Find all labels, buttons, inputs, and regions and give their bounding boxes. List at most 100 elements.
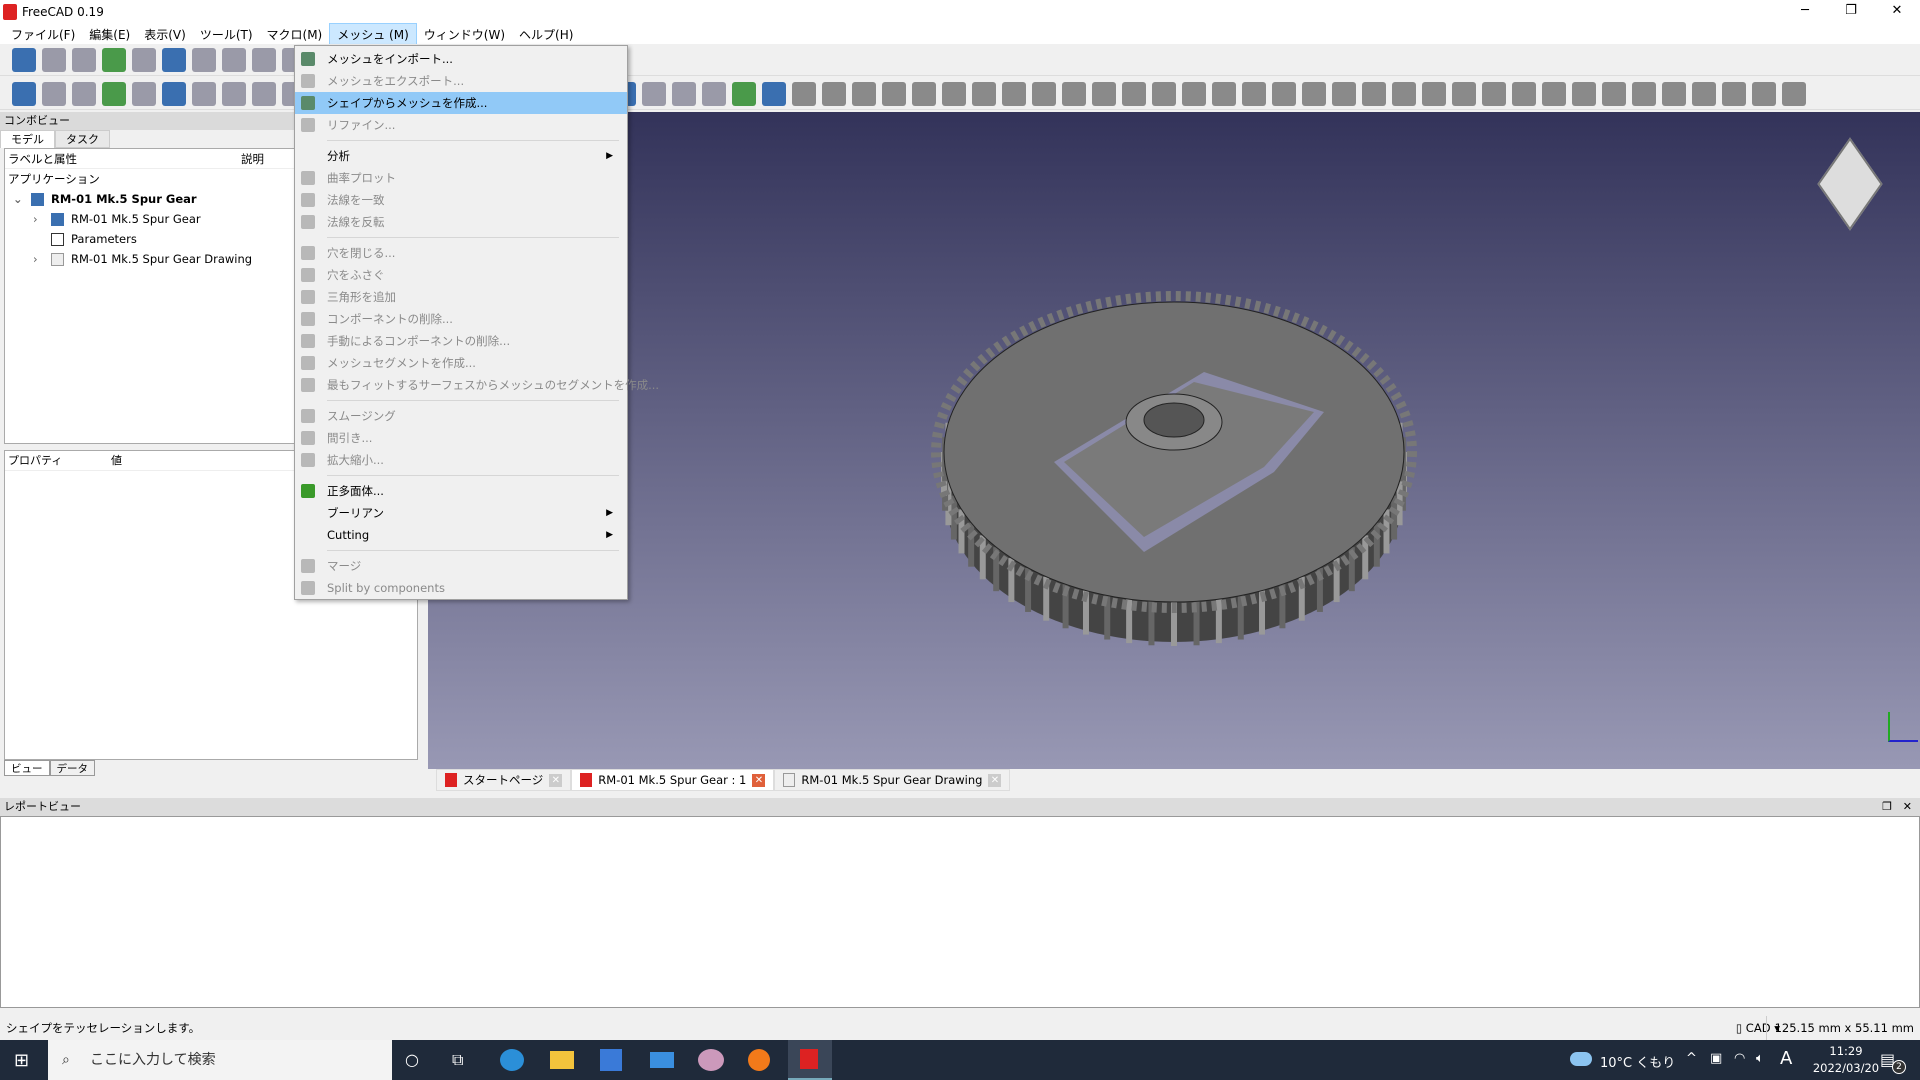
clock-date[interactable]: 2022/03/20 xyxy=(1802,1061,1890,1075)
close-tab-icon[interactable]: ✕ xyxy=(752,773,766,787)
toolbar-button-icon[interactable] xyxy=(1182,81,1206,106)
toolbar-button-icon[interactable] xyxy=(732,81,756,106)
cortana-icon[interactable]: ○ xyxy=(405,1050,419,1069)
toolbar-button-icon[interactable] xyxy=(1272,81,1296,106)
menu-item[interactable]: メッシュをインポート... xyxy=(295,48,627,70)
meet-icon[interactable]: ▣ xyxy=(1710,1051,1722,1066)
close-button[interactable]: ✕ xyxy=(1874,0,1920,24)
toolbar-button-icon[interactable] xyxy=(42,47,66,72)
toolbar-button-icon[interactable] xyxy=(972,81,996,106)
menu-item[interactable]: 三角形を追加 xyxy=(295,286,627,308)
show-hidden-icons-icon[interactable]: ^ xyxy=(1686,1051,1697,1066)
menu-item[interactable]: 最もフィットするサーフェスからメッシュのセグメントを作成... xyxy=(295,374,659,396)
toolbar-button-icon[interactable] xyxy=(132,47,156,72)
menu-5[interactable]: メッシュ (M) xyxy=(329,22,417,46)
navigation-cube[interactable] xyxy=(1808,137,1892,231)
toolbar-button-icon[interactable] xyxy=(1152,81,1176,106)
menu-item[interactable]: 曲率プロット xyxy=(295,167,627,189)
taskbar-search-input[interactable]: ⌕ ここに入力して検索 xyxy=(48,1040,392,1080)
volume-icon[interactable]: 🔈︎ xyxy=(1756,1051,1764,1066)
menu-item[interactable]: 間引き... xyxy=(295,427,627,449)
menu-2[interactable]: 表示(V) xyxy=(137,24,193,45)
tab-view[interactable]: ビュー xyxy=(4,760,50,776)
toolbar-button-icon[interactable] xyxy=(792,81,816,106)
collapse-icon[interactable]: ⌄ xyxy=(13,189,23,209)
minimize-button[interactable]: ─ xyxy=(1782,0,1828,24)
toolbar-button-icon[interactable] xyxy=(102,47,126,72)
document-tab[interactable]: スタートページ ✕ xyxy=(436,769,572,791)
menu-item[interactable]: メッシュセグメントを作成... xyxy=(295,352,627,374)
menu-item[interactable]: スムージング xyxy=(295,405,627,427)
toolbar-button-icon[interactable] xyxy=(822,81,846,106)
toolbar-button-icon[interactable] xyxy=(1242,81,1266,106)
file-explorer-icon[interactable] xyxy=(550,1051,574,1069)
menu-item[interactable]: リファイン... xyxy=(295,114,627,136)
clock-time[interactable]: 11:29 xyxy=(1816,1044,1876,1058)
menu-item[interactable]: 分析 ▶ xyxy=(295,145,627,167)
task-view-icon[interactable]: ⧉ xyxy=(452,1050,463,1070)
toolbar-button-icon[interactable] xyxy=(222,81,246,106)
menu-item[interactable]: シェイプからメッシュを作成... xyxy=(295,92,627,114)
toolbar-button-icon[interactable] xyxy=(102,81,126,106)
menu-3[interactable]: ツール(T) xyxy=(193,24,260,45)
mail-icon[interactable] xyxy=(650,1052,674,1068)
wifi-icon[interactable]: ◠ xyxy=(1734,1051,1745,1066)
toolbar-button-icon[interactable] xyxy=(672,81,696,106)
toolbar-button-icon[interactable] xyxy=(42,81,66,106)
tab-model[interactable]: モデル xyxy=(0,130,55,148)
toolbar-button-icon[interactable] xyxy=(72,47,96,72)
store-icon[interactable] xyxy=(600,1049,622,1071)
toolbar-button-icon[interactable] xyxy=(1452,81,1476,106)
close-tab-icon[interactable]: ✕ xyxy=(549,773,563,787)
toolbar-button-icon[interactable] xyxy=(1092,81,1116,106)
ime-indicator[interactable]: A xyxy=(1780,1048,1792,1069)
menu-item[interactable]: 穴を閉じる... xyxy=(295,242,627,264)
toolbar-button-icon[interactable] xyxy=(1572,81,1596,106)
document-tab[interactable]: RM-01 Mk.5 Spur Gear Drawing ✕ xyxy=(774,769,1011,791)
toolbar-button-icon[interactable] xyxy=(942,81,966,106)
toolbar-button-icon[interactable] xyxy=(1482,81,1506,106)
toolbar-button-icon[interactable] xyxy=(252,47,276,72)
toolbar-button-icon[interactable] xyxy=(912,81,936,106)
restore-button[interactable]: ❐ xyxy=(1828,0,1874,24)
menu-item[interactable]: Split by components xyxy=(295,577,627,599)
toolbar-button-icon[interactable] xyxy=(1392,81,1416,106)
menu-item[interactable]: メッシュをエクスポート... xyxy=(295,70,627,92)
toolbar-button-icon[interactable] xyxy=(1332,81,1356,106)
menu-item[interactable]: 穴をふさぐ xyxy=(295,264,627,286)
close-panel-button[interactable]: ✕ xyxy=(1903,798,1912,816)
freecad-taskbar-button[interactable] xyxy=(788,1040,832,1080)
toolbar-button-icon[interactable] xyxy=(1302,81,1326,106)
menu-7[interactable]: ヘルプ(H) xyxy=(512,24,580,45)
toolbar-button-icon[interactable] xyxy=(1632,81,1656,106)
toolbar-button-icon[interactable] xyxy=(1692,81,1716,106)
document-tab[interactable]: RM-01 Mk.5 Spur Gear : 1 ✕ xyxy=(571,769,775,791)
firefox-icon[interactable] xyxy=(748,1049,770,1071)
menu-item[interactable]: 拡大縮小... xyxy=(295,449,627,471)
menu-item[interactable]: 法線を反転 xyxy=(295,211,627,233)
3d-view[interactable] xyxy=(428,112,1920,769)
toolbar-button-icon[interactable] xyxy=(162,47,186,72)
edge-icon[interactable] xyxy=(500,1049,524,1071)
menu-item[interactable]: Cutting ▶ xyxy=(295,524,627,546)
toolbar-button-icon[interactable] xyxy=(192,47,216,72)
expand-icon[interactable]: › xyxy=(33,249,38,269)
toolbar-button-icon[interactable] xyxy=(1662,81,1686,106)
toolbar-button-icon[interactable] xyxy=(762,81,786,106)
weather[interactable]: 10°C くもり xyxy=(1600,1052,1675,1071)
menu-6[interactable]: ウィンドウ(W) xyxy=(417,24,512,45)
toolbar-button-icon[interactable] xyxy=(1602,81,1626,106)
toolbar-button-icon[interactable] xyxy=(642,81,666,106)
menu-item[interactable]: 手動によるコンポーネントの削除... xyxy=(295,330,627,352)
menu-item[interactable]: コンポーネントの削除... xyxy=(295,308,627,330)
float-panel-button[interactable]: ❐ xyxy=(1882,798,1892,816)
menu-item[interactable]: マージ xyxy=(295,555,627,577)
menu-item[interactable]: ブーリアン ▶ xyxy=(295,502,627,524)
toolbar-button-icon[interactable] xyxy=(882,81,906,106)
toolbar-button-icon[interactable] xyxy=(132,81,156,106)
toolbar-button-icon[interactable] xyxy=(162,81,186,106)
tab-tasks[interactable]: タスク xyxy=(55,130,110,148)
toolbar-button-icon[interactable] xyxy=(1542,81,1566,106)
toolbar-button-icon[interactable] xyxy=(1032,81,1056,106)
toolbar-button-icon[interactable] xyxy=(1212,81,1236,106)
